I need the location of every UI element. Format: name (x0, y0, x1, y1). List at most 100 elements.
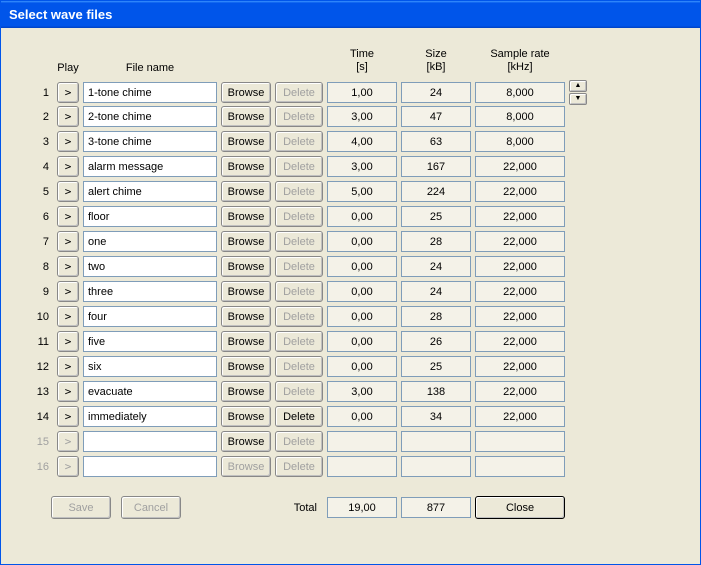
delete-button: Delete (275, 156, 323, 177)
rate-cell (475, 231, 565, 252)
table-row: 2>BrowseDelete (29, 105, 672, 128)
rate-cell (475, 281, 565, 302)
delete-button: Delete (275, 181, 323, 202)
table-row: 7>BrowseDelete (29, 230, 672, 253)
delete-button: Delete (275, 106, 323, 127)
play-button[interactable]: > (57, 331, 79, 352)
rate-cell (475, 406, 565, 427)
filename-input[interactable] (83, 82, 217, 103)
delete-button: Delete (275, 431, 323, 452)
spin-down-icon[interactable]: ▼ (569, 93, 587, 105)
rate-cell (475, 356, 565, 377)
play-button[interactable]: > (57, 206, 79, 227)
row-number: 7 (29, 236, 53, 248)
filename-input[interactable] (83, 406, 217, 427)
play-button[interactable]: > (57, 131, 79, 152)
filename-input[interactable] (83, 181, 217, 202)
time-cell (327, 206, 397, 227)
rate-cell (475, 306, 565, 327)
table-row: 5 > BrowseDelete (29, 180, 672, 203)
time-cell (327, 82, 397, 103)
filename-input[interactable] (83, 131, 217, 152)
rate-cell (475, 206, 565, 227)
play-button[interactable]: > (57, 381, 79, 402)
close-button[interactable]: Close (475, 496, 565, 519)
browse-button[interactable]: Browse (221, 256, 271, 277)
delete-button: Delete (275, 206, 323, 227)
header-time: Time[s] (327, 48, 397, 74)
browse-button[interactable]: Browse (221, 131, 271, 152)
delete-button[interactable]: Delete (275, 406, 323, 427)
header-sample: Sample rate[kHz] (475, 48, 565, 74)
browse-button[interactable]: Browse (221, 231, 271, 252)
column-headers: Play File name Time[s] Size[kB] Sample r… (29, 48, 672, 74)
delete-button: Delete (275, 131, 323, 152)
play-button[interactable]: > (57, 306, 79, 327)
play-button[interactable]: > (57, 82, 79, 103)
browse-button[interactable]: Browse (221, 306, 271, 327)
play-button[interactable]: > (57, 281, 79, 302)
size-cell (401, 82, 471, 103)
row-number: 9 (29, 286, 53, 298)
rate-cell (475, 256, 565, 277)
filename-input[interactable] (83, 356, 217, 377)
filename-input[interactable] (83, 106, 217, 127)
rate-cell (475, 456, 565, 477)
browse-button[interactable]: Browse (221, 106, 271, 127)
rate-cell (475, 82, 565, 103)
browse-button[interactable]: Browse (221, 281, 271, 302)
table-row: 3>BrowseDelete (29, 130, 672, 153)
filename-input[interactable] (83, 256, 217, 277)
play-button[interactable]: > (57, 356, 79, 377)
size-cell (401, 131, 471, 152)
filename-input[interactable] (83, 381, 217, 402)
play-button[interactable]: > (57, 406, 79, 427)
delete-button: Delete (275, 256, 323, 277)
browse-button[interactable]: Browse (221, 206, 271, 227)
time-cell (327, 306, 397, 327)
filename-input[interactable] (83, 231, 217, 252)
time-cell (327, 381, 397, 402)
header-filename: File name (83, 62, 217, 74)
row-number: 5 (29, 186, 53, 198)
row-number: 8 (29, 261, 53, 273)
rate-cell (475, 331, 565, 352)
time-cell (327, 256, 397, 277)
browse-button[interactable]: Browse (221, 431, 271, 452)
filename-input[interactable] (83, 306, 217, 327)
play-button[interactable]: > (57, 106, 79, 127)
table-row: 4 > BrowseDelete (29, 155, 672, 178)
browse-button[interactable]: Browse (221, 331, 271, 352)
row-number: 13 (29, 386, 53, 398)
browse-button[interactable]: Browse (221, 381, 271, 402)
row-number: 4 (29, 161, 53, 173)
time-cell (327, 406, 397, 427)
table-row: 13>BrowseDelete (29, 380, 672, 403)
rate-cell (475, 156, 565, 177)
size-cell (401, 356, 471, 377)
spin-up-icon[interactable]: ▲ (569, 80, 587, 92)
filename-input[interactable] (83, 281, 217, 302)
size-cell (401, 206, 471, 227)
play-button[interactable]: > (57, 181, 79, 202)
browse-button[interactable]: Browse (221, 406, 271, 427)
browse-button[interactable]: Browse (221, 181, 271, 202)
rate-cell (475, 106, 565, 127)
browse-button[interactable]: Browse (221, 356, 271, 377)
total-time (327, 497, 397, 518)
play-button[interactable]: > (57, 231, 79, 252)
filename-input[interactable] (83, 431, 217, 452)
filename-input[interactable] (83, 456, 217, 477)
table-row: 12>BrowseDelete (29, 355, 672, 378)
cancel-button: Cancel (121, 496, 181, 519)
play-button: > (57, 456, 79, 477)
browse-button[interactable]: Browse (221, 156, 271, 177)
browse-button[interactable]: Browse (221, 82, 271, 103)
filename-input[interactable] (83, 331, 217, 352)
time-cell (327, 131, 397, 152)
filename-input[interactable] (83, 156, 217, 177)
filename-input[interactable] (83, 206, 217, 227)
rate-cell (475, 381, 565, 402)
play-button[interactable]: > (57, 156, 79, 177)
play-button[interactable]: > (57, 256, 79, 277)
